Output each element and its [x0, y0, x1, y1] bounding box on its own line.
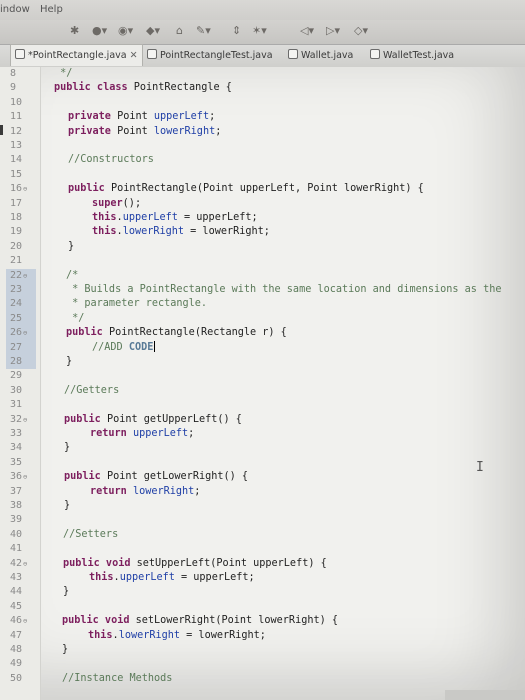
code-line: 47 this.lowerRight = lowerRight; [10, 629, 266, 641]
code-line: 9 public class PointRectangle { [10, 82, 232, 94]
menu-bar: indow Help [0, 0, 525, 20]
code-line: 8 */ [10, 68, 73, 79]
code-line: 12 private Point lowerRight; [10, 125, 222, 137]
tab-point-rectangle[interactable]: *PointRectangle.java ✕ [10, 44, 143, 66]
code-line: 38 } [10, 500, 71, 511]
code-line: 35 [10, 456, 23, 468]
code-line: 34 } [10, 442, 71, 454]
code-line: 10 [10, 96, 23, 108]
new-class-icon[interactable]: ◆▾ [146, 24, 160, 37]
debug-icon[interactable]: ✱ [70, 24, 79, 37]
code-line: 43 this.upperLeft = upperLeft; [10, 572, 255, 583]
code-line: 49 [10, 658, 23, 670]
code-line: 26⊖ public PointRectangle(Rectangle r) { [0, 326, 525, 341]
code-line: 20 } [10, 240, 75, 252]
code-line: 45 [10, 600, 23, 612]
text-caret [154, 340, 156, 352]
menu-window[interactable]: indow [0, 4, 30, 15]
java-file-icon [370, 49, 380, 59]
fold-icon[interactable]: ⊖ [23, 473, 27, 481]
fold-icon[interactable]: ⊖ [23, 272, 27, 280]
code-line: 18 this.upperLeft = upperLeft; [10, 212, 258, 223]
code-line: 33 return upperLeft; [10, 428, 195, 439]
code-line: 11 private Point upperLeft; [10, 111, 216, 123]
java-file-icon [15, 49, 25, 59]
code-line: 50 //Instance Methods [10, 672, 173, 684]
code-line: 36⊖ public Point getLowerRight() { [10, 471, 249, 483]
fold-icon[interactable]: ⊖ [23, 329, 27, 337]
code-line: 24 * parameter rectangle. [0, 297, 525, 312]
code-line: 39 [10, 514, 23, 526]
navigate-icon[interactable]: ⇕ [232, 24, 241, 37]
code-line: 40 //Setters [10, 528, 119, 540]
code-line: 22⊖ /* [0, 268, 525, 283]
back-icon[interactable]: ◁▾ [300, 24, 314, 37]
tab-point-rectangle-test[interactable]: PointRectangleTest.java [147, 45, 273, 66]
forward-icon[interactable]: ▷▾ [326, 24, 340, 37]
fold-icon[interactable]: ⊖ [23, 185, 27, 193]
fold-icon[interactable]: ⊖ [23, 617, 27, 625]
more-icon[interactable]: ◇▾ [354, 24, 368, 37]
menu-help[interactable]: Help [40, 4, 63, 15]
code-line: 30 //Getters [10, 384, 120, 396]
code-editor[interactable]: 8 */ 9 public class PointRectangle { 10 … [0, 67, 525, 700]
java-file-icon [288, 49, 298, 59]
fold-icon[interactable]: ⊖ [23, 560, 27, 568]
code-line: 46⊖ public void setLowerRight(Point lowe… [10, 615, 339, 627]
search-icon[interactable]: ◉▾ [118, 24, 133, 37]
close-icon[interactable]: ✕ [130, 50, 138, 61]
java-file-icon [147, 49, 157, 59]
status-bar-corner [445, 690, 525, 700]
code-line: 23 * Builds a PointRectangle with the sa… [0, 283, 525, 298]
code-line: 15 [10, 168, 23, 180]
code-line: 16⊖ public PointRectangle(Point upperLef… [10, 183, 424, 195]
code-line: 17 super(); [10, 197, 142, 209]
code-line: 28 } [0, 355, 525, 370]
code-line: 44 } [10, 586, 70, 598]
code-line: 14 //Constructors [10, 154, 154, 166]
code-line: 13 [10, 140, 23, 151]
annotation-icon[interactable]: ✎▾ [196, 24, 211, 37]
code-line: 25 */ [0, 311, 525, 327]
pin-icon[interactable]: ✶▾ [252, 24, 267, 37]
mouse-ibeam-cursor: I [476, 460, 484, 475]
code-line: 21 [10, 255, 23, 267]
tab-wallet-test[interactable]: WalletTest.java [370, 45, 454, 66]
run-icon[interactable]: ●▾ [92, 24, 107, 37]
code-line: 29 [10, 370, 23, 382]
tab-wallet[interactable]: Wallet.java [288, 45, 353, 66]
editor-tab-bar: *PointRectangle.java ✕ PointRectangleTest… [0, 44, 525, 68]
code-line: 19 this.lowerRight = lowerRight; [10, 226, 270, 238]
fold-icon[interactable]: ⊖ [23, 416, 27, 424]
code-line: 48 } [10, 644, 69, 655]
open-type-icon[interactable]: ⌂ [176, 24, 183, 37]
code-line: 42⊖ public void setUpperLeft(Point upper… [10, 557, 327, 569]
code-line: 31 [10, 399, 23, 411]
code-line: 37 return lowerRight; [10, 485, 201, 497]
code-line: 27 //ADD CODE [0, 340, 525, 355]
code-line: 41 [10, 543, 23, 555]
toolbar: ✱ ●▾ ◉▾ ◆▾ ⌂ ✎▾ ⇕ ✶▾ ◁▾ ▷▾ ◇▾ [0, 20, 525, 45]
code-line: 32⊖ public Point getUpperLeft() { [10, 413, 242, 425]
